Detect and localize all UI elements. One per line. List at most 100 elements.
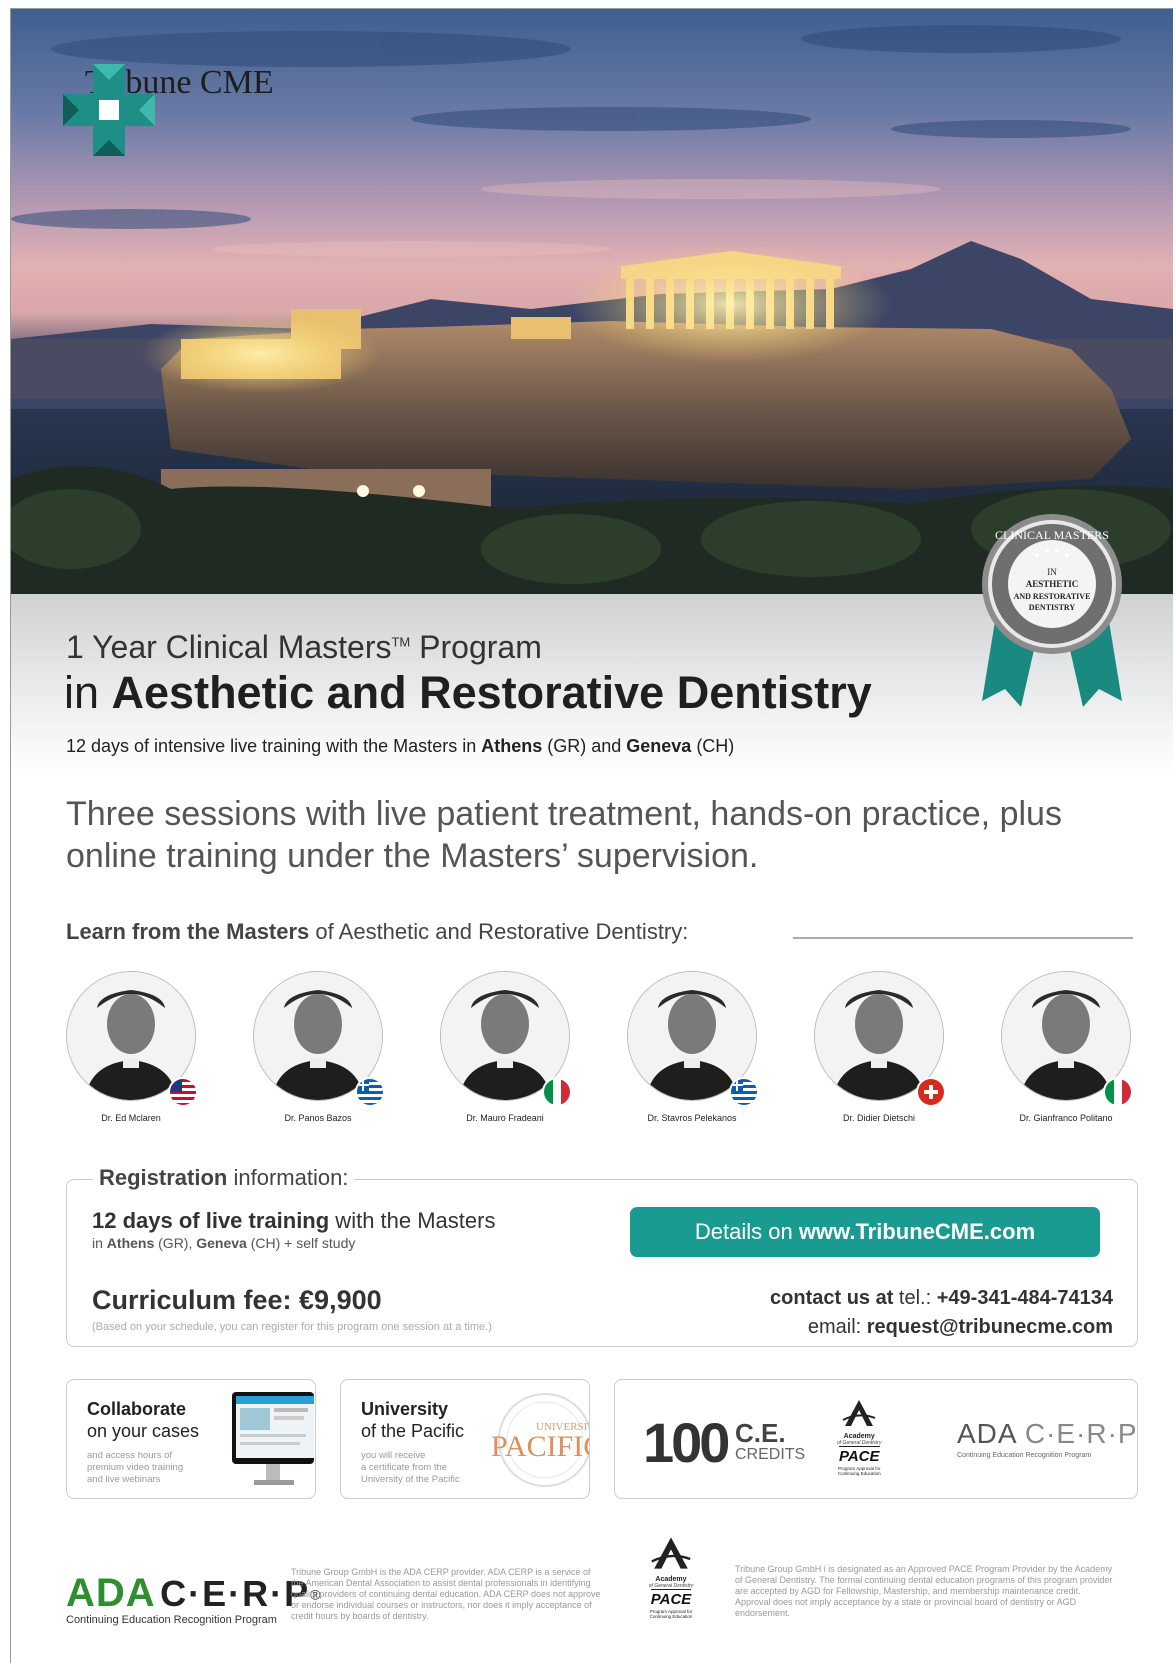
collab-small-1: and access hours of <box>87 1450 183 1462</box>
credits-box: 100 C.E. CREDITS Academy of General Dent… <box>614 1379 1138 1499</box>
university-box: University of the Pacific you will recei… <box>340 1379 590 1499</box>
pace-tag-2: Continuing Education <box>837 1471 881 1476</box>
program-subtitle: 12 days of intensive live training with … <box>66 736 734 757</box>
pace-a-icon <box>841 1398 877 1428</box>
flyer-page: Tribune CME CLINICAL MASTERS IN AESTHETI… <box>10 8 1173 1663</box>
learn-heading: Learn from the Masters of Aesthetic and … <box>66 919 688 945</box>
master-card: Dr. Gianfranco Politano <box>1001 971 1131 1123</box>
tel-label: tel.: <box>893 1287 936 1309</box>
days-sub-mid: (GR), <box>154 1235 196 1251</box>
master-name: Dr. Ed Mclaren <box>66 1113 196 1123</box>
contact-email-line: email: request@tribunecme.com <box>770 1313 1113 1342</box>
uni-small-2: a certificate from the <box>361 1462 460 1474</box>
pace-fineprint: Tribune Group GmbH i is designated as an… <box>735 1564 1115 1619</box>
headline-bold: Aesthetic and Restorative Dentistry <box>112 667 872 718</box>
medical-cross-logo-icon <box>63 64 155 156</box>
days-subline: in Athens (GR), Geneva (CH) + self study <box>92 1235 355 1251</box>
pace-logo-large: Academy of General Dentistry PACE Progra… <box>647 1535 695 1619</box>
collaborate-box: Collaborate on your cases and access hou… <box>66 1379 316 1499</box>
pace-large-academy: Academy <box>647 1576 695 1583</box>
master-name: Dr. Gianfranco Politano <box>1001 1113 1131 1123</box>
program-headline: in Aesthetic and Restorative Dentistry <box>64 667 872 719</box>
master-card: Dr. Stavros Pelekanos <box>627 971 757 1123</box>
curriculum-fee: Curriculum fee: €9,900 <box>92 1285 382 1316</box>
master-name: Dr. Stavros Pelekanos <box>627 1113 757 1123</box>
collaborate-small: and access hours of premium video traini… <box>87 1450 183 1486</box>
ada-fineprint: Tribune Group GmbH is the ADA CERP provi… <box>291 1567 601 1622</box>
master-card: Dr. Mauro Fradeani <box>440 971 570 1123</box>
uni-title-2: of the Pacific <box>361 1421 464 1441</box>
ada-large-ada: ADA <box>66 1571 156 1615</box>
contact-tel-line: contact us at tel.: +49-341-484-74134 <box>770 1284 1113 1313</box>
collab-small-3: and live webinars <box>87 1474 183 1486</box>
email-link[interactable]: request@tribunecme.com <box>867 1316 1113 1338</box>
collaborate-title: Collaborate on your cases <box>87 1398 199 1442</box>
credits-label: CREDITS <box>735 1446 805 1464</box>
masters-row: Dr. Ed Mclaren Dr. Panos Bazos Dr. Mauro F… <box>66 971 1146 1131</box>
uni-seal-word: PACIFIC <box>491 1430 589 1463</box>
details-pre: Details on <box>695 1219 793 1245</box>
tel-link[interactable]: +49-341-484-74134 <box>937 1287 1113 1309</box>
details-website-button[interactable]: Details on www.TribuneCME.com <box>630 1207 1100 1257</box>
details-url: www.TribuneCME.com <box>799 1219 1035 1245</box>
sub-city-athens: Athens <box>481 736 542 756</box>
university-title: University of the Pacific <box>361 1398 464 1442</box>
registration-box: 12 days of live training with the Master… <box>66 1179 1138 1347</box>
seal-line-2: AESTHETIC <box>1026 579 1079 589</box>
uni-title-1: University <box>361 1399 448 1419</box>
learn-bold: Learn from the Masters <box>66 919 309 944</box>
master-card: Dr. Ed Mclaren <box>66 971 196 1123</box>
seal-top-text: CLINICAL MASTERS <box>995 528 1109 542</box>
pace-large-word: PACE <box>651 1589 692 1608</box>
fee-note: (Based on your schedule, you can registe… <box>92 1321 492 1333</box>
credits-ce: C.E. <box>735 1418 786 1449</box>
flag-ch-icon <box>916 1077 946 1107</box>
ada-small-tagline: Continuing Education Recognition Program <box>957 1452 1138 1459</box>
collab-small-2: premium video training <box>87 1462 183 1474</box>
pace-large-tag-2: Continuing Education <box>647 1614 695 1619</box>
days-rest: with the Masters <box>329 1208 495 1233</box>
ada-cerp-logo-large: ADA C·E·R·P® Continuing Education Recogn… <box>66 1571 320 1626</box>
tribune-cme-logo: Tribune CME <box>63 64 274 102</box>
days-sub-pre: in <box>92 1235 107 1251</box>
ada-small-ada: ADA <box>957 1418 1016 1449</box>
collab-title-1: Collaborate <box>87 1399 186 1419</box>
flag-gr-icon <box>729 1077 759 1107</box>
days-line: 12 days of live training with the Master… <box>92 1208 495 1234</box>
flag-it-icon <box>542 1077 572 1107</box>
trademark: TM <box>391 634 410 649</box>
master-name: Dr. Mauro Fradeani <box>440 1113 570 1123</box>
collab-title-2: on your cases <box>87 1421 199 1441</box>
ada-cerp-logo-small: ADA C·E·R·P® Continuing Education Recogn… <box>957 1418 1138 1459</box>
program-kicker: 1 Year Clinical MastersTM Program <box>66 629 542 666</box>
credits-number: 100 <box>643 1410 727 1475</box>
sub-text: 12 days of intensive live training with … <box>66 736 481 756</box>
days-sub-end: (CH) + self study <box>247 1235 356 1251</box>
registration-rest: information: <box>227 1165 348 1190</box>
kicker-text: 1 Year Clinical Masters <box>66 629 391 665</box>
contact-bold: contact us at <box>770 1287 893 1309</box>
ada-large-cerp: C·E·R·P <box>160 1573 310 1614</box>
pace-academy: Academy <box>837 1433 881 1440</box>
registration-heading: Registration information: <box>93 1165 354 1191</box>
sub-city-geneva: Geneva <box>626 736 691 756</box>
kicker-end: Program <box>410 629 542 665</box>
pace-large-a-icon <box>647 1535 695 1571</box>
flag-us-icon <box>168 1077 198 1107</box>
sub-country-ch: (CH) <box>691 736 734 756</box>
registration-bold: Registration <box>99 1165 227 1190</box>
monitor-icon <box>232 1392 314 1488</box>
days-sub-athens: Athens <box>107 1235 154 1251</box>
flag-it-icon <box>1103 1077 1133 1107</box>
lead-paragraph: Three sessions with live patient treatme… <box>66 793 1146 877</box>
flag-gr-icon <box>355 1077 385 1107</box>
university-seal-icon: UNIVERSITY OF PACIFIC <box>491 1390 589 1490</box>
learn-rest: of Aesthetic and Restorative Dentistry: <box>309 919 688 944</box>
master-name: Dr. Didier Dietschi <box>814 1113 944 1123</box>
master-name: Dr. Panos Bazos <box>253 1113 383 1123</box>
contact-block: contact us at tel.: +49-341-484-74134 em… <box>770 1284 1113 1342</box>
clinical-masters-seal: CLINICAL MASTERS IN AESTHETIC AND RESTOR… <box>977 509 1127 719</box>
master-card: Dr. Panos Bazos <box>253 971 383 1123</box>
hero-acropolis-image: Tribune CME <box>11 9 1173 594</box>
days-sub-geneva: Geneva <box>196 1235 247 1251</box>
